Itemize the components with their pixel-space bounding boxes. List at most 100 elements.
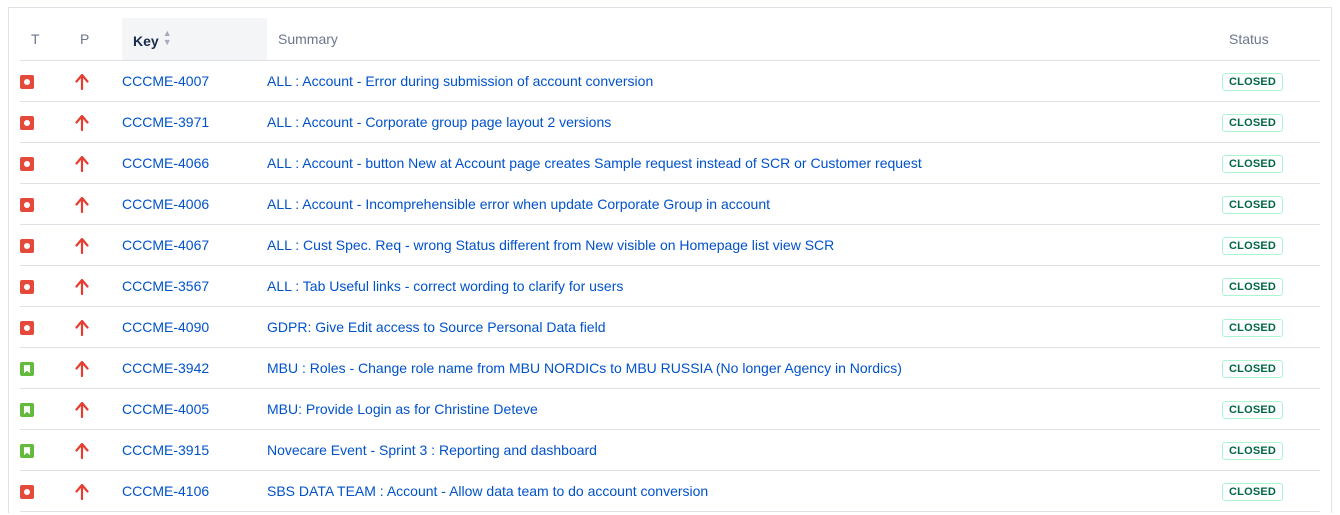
issue-summary-link[interactable]: Novecare Event - Sprint 3 : Reporting an…	[267, 442, 597, 458]
table-row[interactable]: CCCME-4067 ALL : Cust Spec. Req - wrong …	[20, 224, 1320, 266]
issue-key-link[interactable]: CCCME-3915	[122, 442, 209, 458]
priority-cell	[75, 470, 122, 512]
issue-status-cell: CLOSED	[1222, 60, 1320, 102]
issue-key-cell: CCCME-3567	[122, 265, 267, 307]
issue-key-link[interactable]: CCCME-4066	[122, 155, 209, 171]
column-header-key-label: Key	[133, 33, 159, 49]
issue-key-cell: CCCME-4006	[122, 183, 267, 225]
issue-status-cell: CLOSED	[1222, 306, 1320, 348]
issue-type-cell	[20, 183, 75, 225]
issue-key-cell: CCCME-4005	[122, 388, 267, 430]
status-badge: CLOSED	[1222, 236, 1284, 255]
issue-type-cell	[20, 306, 75, 348]
issue-key-link[interactable]: CCCME-4006	[122, 196, 209, 212]
issue-type-cell	[20, 101, 75, 143]
column-header-type[interactable]: T	[20, 18, 75, 61]
column-header-summary-label: Summary	[278, 31, 338, 47]
priority-high-arrow-icon	[75, 73, 89, 90]
table-row[interactable]: CCCME-4006 ALL : Account - Incomprehensi…	[20, 183, 1320, 225]
priority-cell	[75, 429, 122, 471]
issue-key-link[interactable]: CCCME-4007	[122, 73, 209, 89]
issue-status-cell: CLOSED	[1222, 101, 1320, 143]
issue-type-cell	[20, 224, 75, 266]
issue-key-cell: CCCME-4106	[122, 470, 267, 512]
table-row[interactable]: CCCME-3915 Novecare Event - Sprint 3 : R…	[20, 429, 1320, 471]
header-row: T P Key ▲ ▼ Summary Status	[20, 18, 1320, 61]
issue-key-link[interactable]: CCCME-4090	[122, 319, 209, 335]
issue-summary-link[interactable]: ALL : Account - Incomprehensible error w…	[267, 196, 770, 212]
column-header-key[interactable]: Key ▲ ▼	[122, 18, 267, 61]
table-row[interactable]: CCCME-4090 GDPR: Give Edit access to Sou…	[20, 306, 1320, 348]
issue-key-cell: CCCME-4067	[122, 224, 267, 266]
bug-icon	[20, 198, 34, 213]
column-header-type-label: T	[31, 31, 40, 47]
issue-key-cell: CCCME-4090	[122, 306, 267, 348]
issue-type-cell	[20, 470, 75, 512]
priority-cell	[75, 183, 122, 225]
story-icon	[20, 403, 34, 418]
story-icon	[20, 362, 34, 377]
issue-summary-link[interactable]: GDPR: Give Edit access to Source Persona…	[267, 319, 605, 335]
issue-summary-link[interactable]: ALL : Account - button New at Account pa…	[267, 155, 922, 171]
status-badge: CLOSED	[1222, 318, 1284, 337]
issue-key-cell: CCCME-3942	[122, 347, 267, 389]
issue-summary-cell: MBU : Roles - Change role name from MBU …	[267, 347, 1222, 389]
issue-summary-link[interactable]: ALL : Account - Error during submission …	[267, 73, 653, 89]
table-row[interactable]: CCCME-3567 ALL : Tab Useful links - corr…	[20, 265, 1320, 307]
priority-high-arrow-icon	[75, 401, 89, 418]
status-badge: CLOSED	[1222, 482, 1284, 501]
issue-summary-cell: ALL : Account - Incomprehensible error w…	[267, 183, 1222, 225]
issue-summary-link[interactable]: MBU : Roles - Change role name from MBU …	[267, 360, 902, 376]
priority-high-arrow-icon	[75, 114, 89, 131]
table-row[interactable]: CCCME-3971 ALL : Account - Corporate gro…	[20, 101, 1320, 143]
issue-summary-cell: Novecare Event - Sprint 3 : Reporting an…	[267, 429, 1222, 471]
priority-cell	[75, 60, 122, 102]
issue-status-cell: CLOSED	[1222, 347, 1320, 389]
issue-type-cell	[20, 388, 75, 430]
table-row[interactable]: CCCME-4066 ALL : Account - button New at…	[20, 142, 1320, 184]
status-badge: CLOSED	[1222, 359, 1284, 378]
issue-key-link[interactable]: CCCME-3942	[122, 360, 209, 376]
table-row[interactable]: CCCME-4106 SBS DATA TEAM : Account - All…	[20, 470, 1320, 512]
issue-summary-link[interactable]: ALL : Account - Corporate group page lay…	[267, 114, 611, 130]
issue-summary-link[interactable]: SBS DATA TEAM : Account - Allow data tea…	[267, 483, 708, 499]
priority-cell	[75, 142, 122, 184]
column-header-summary[interactable]: Summary	[267, 18, 1222, 61]
issue-status-cell: CLOSED	[1222, 388, 1320, 430]
table-row[interactable]: CCCME-4005 MBU: Provide Login as for Chr…	[20, 388, 1320, 430]
story-icon	[20, 444, 34, 459]
issue-summary-link[interactable]: ALL : Cust Spec. Req - wrong Status diff…	[267, 237, 834, 253]
issue-summary-cell: ALL : Cust Spec. Req - wrong Status diff…	[267, 224, 1222, 266]
issue-key-link[interactable]: CCCME-3567	[122, 278, 209, 294]
issue-summary-link[interactable]: ALL : Tab Useful links - correct wording…	[267, 278, 623, 294]
issue-key-link[interactable]: CCCME-4106	[122, 483, 209, 499]
priority-high-arrow-icon	[75, 319, 89, 336]
issue-status-cell: CLOSED	[1222, 470, 1320, 512]
issue-summary-link[interactable]: MBU: Provide Login as for Christine Dete…	[267, 401, 538, 417]
priority-high-arrow-icon	[75, 278, 89, 295]
issue-table: T P Key ▲ ▼ Summary Status CCCME-4007 ALL …	[20, 18, 1320, 512]
status-badge: CLOSED	[1222, 113, 1284, 132]
issue-type-cell	[20, 60, 75, 102]
issue-summary-cell: ALL : Account - Corporate group page lay…	[267, 101, 1222, 143]
issue-key-cell: CCCME-4066	[122, 142, 267, 184]
column-header-priority[interactable]: P	[75, 18, 122, 61]
issue-type-cell	[20, 429, 75, 471]
column-header-priority-label: P	[80, 31, 90, 47]
issue-summary-cell: ALL : Account - button New at Account pa…	[267, 142, 1222, 184]
issue-summary-cell: SBS DATA TEAM : Account - Allow data tea…	[267, 470, 1222, 512]
priority-high-arrow-icon	[75, 360, 89, 377]
priority-cell	[75, 347, 122, 389]
issue-type-cell	[20, 265, 75, 307]
issue-key-cell: CCCME-4007	[122, 60, 267, 102]
table-row[interactable]: CCCME-3942 MBU : Roles - Change role nam…	[20, 347, 1320, 389]
issue-key-link[interactable]: CCCME-4067	[122, 237, 209, 253]
issue-key-link[interactable]: CCCME-3971	[122, 114, 209, 130]
issue-summary-cell: ALL : Account - Error during submission …	[267, 60, 1222, 102]
issue-type-cell	[20, 142, 75, 184]
issue-key-link[interactable]: CCCME-4005	[122, 401, 209, 417]
issue-type-cell	[20, 347, 75, 389]
table-row[interactable]: CCCME-4007 ALL : Account - Error during …	[20, 60, 1320, 102]
bug-icon	[20, 321, 34, 336]
column-header-status[interactable]: Status	[1222, 18, 1320, 61]
